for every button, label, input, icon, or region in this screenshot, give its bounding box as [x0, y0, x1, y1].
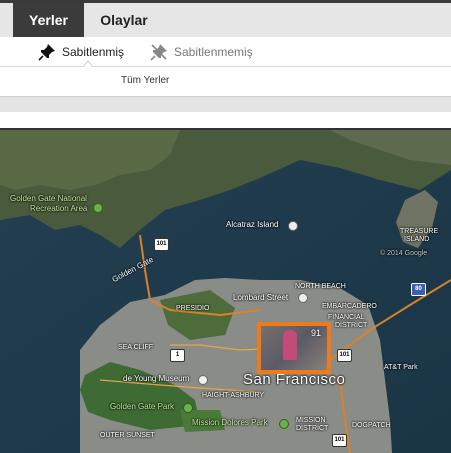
highway-101-shield-north: 101: [154, 238, 169, 251]
map-terrain: [0, 130, 451, 453]
subtab-unpinned[interactable]: Sabitlenmemiş: [150, 42, 253, 62]
map-label-de-young: de Young Museum: [123, 374, 190, 383]
map-label-mission-dolores: Mission Dolores Park: [192, 418, 268, 427]
pin-icon: [38, 44, 55, 61]
museum-poi-icon[interactable]: [198, 375, 208, 385]
photo-cluster-marker[interactable]: 91: [257, 322, 331, 374]
subtab-pinned-label: Sabitlenmiş: [62, 45, 125, 59]
map-label-outer-sunset: OUTER SUNSET: [100, 432, 155, 439]
interstate-80-shield: 80: [411, 283, 426, 296]
park3-poi-icon[interactable]: [279, 419, 289, 429]
lombard-poi-icon[interactable]: [298, 293, 308, 303]
photo-cluster-count: 91: [310, 328, 321, 338]
park-poi-icon[interactable]: [93, 203, 103, 213]
highway-101-shield-south: 101: [332, 434, 347, 447]
spacer: [0, 112, 451, 128]
tab-places[interactable]: Yerler: [13, 3, 84, 37]
tab-events[interactable]: Olaylar: [88, 3, 160, 37]
map-label-embarcadero: EMBARCADERO: [322, 303, 377, 310]
subtab-unpinned-label: Sabitlenmemiş: [174, 45, 253, 59]
map-label-alcatraz: Alcatraz Island: [226, 220, 279, 229]
park2-poi-icon[interactable]: [183, 403, 193, 413]
unpin-icon: [150, 44, 167, 61]
place-filter-row: Tüm Yerler: [0, 67, 451, 96]
map-label-att-park: AT&T Park: [384, 364, 418, 371]
alcatraz-poi-icon[interactable]: [288, 221, 298, 231]
tab-bar: Yerler Olaylar: [0, 0, 451, 37]
highway-101-shield-east: 101: [337, 349, 352, 362]
map-label-sea-cliff: SEA CLIFF: [118, 344, 154, 351]
photo-cluster-thumbnail: 91: [261, 326, 327, 370]
pin-filter-bar: Sabitlenmiş Sabitlenmemiş: [0, 37, 451, 67]
map-label-haight: HAIGHT-ASHBURY: [202, 392, 265, 399]
map-label-golden-gate-nra-2: Recreation Area: [30, 204, 88, 213]
map-label-treasure-island: TREASURE: [400, 228, 439, 235]
map-label-presidio: PRESIDIO: [176, 305, 210, 312]
map-label-lombard: Lombard Street: [233, 293, 289, 302]
subtab-pinned[interactable]: Sabitlenmiş: [38, 42, 124, 62]
photo-subject: [283, 330, 297, 360]
map-label-treasure-island-2: ISLAND: [404, 236, 430, 243]
map-label-financial: FINANCIAL: [328, 314, 365, 321]
map-label-mission: MISSION: [296, 417, 326, 424]
map-copyright: © 2014 Google: [380, 250, 428, 257]
map-label-north-beach: NORTH BEACH: [295, 283, 346, 290]
map-label-dogpatch: DOGPATCH: [352, 422, 391, 429]
map-label-financial-2: DISTRICT: [335, 322, 368, 329]
map-label-mission-2: DISTRICT: [296, 425, 329, 432]
highway-1-shield: 1: [170, 349, 185, 362]
all-places-link[interactable]: Tüm Yerler: [121, 75, 169, 86]
separator-band: [0, 96, 451, 113]
map-label-golden-gate-park: Golden Gate Park: [110, 402, 175, 411]
map-view[interactable]: Golden Gate National Recreation Area Alc…: [0, 130, 451, 453]
map-label-golden-gate-nra: Golden Gate National: [10, 194, 87, 203]
